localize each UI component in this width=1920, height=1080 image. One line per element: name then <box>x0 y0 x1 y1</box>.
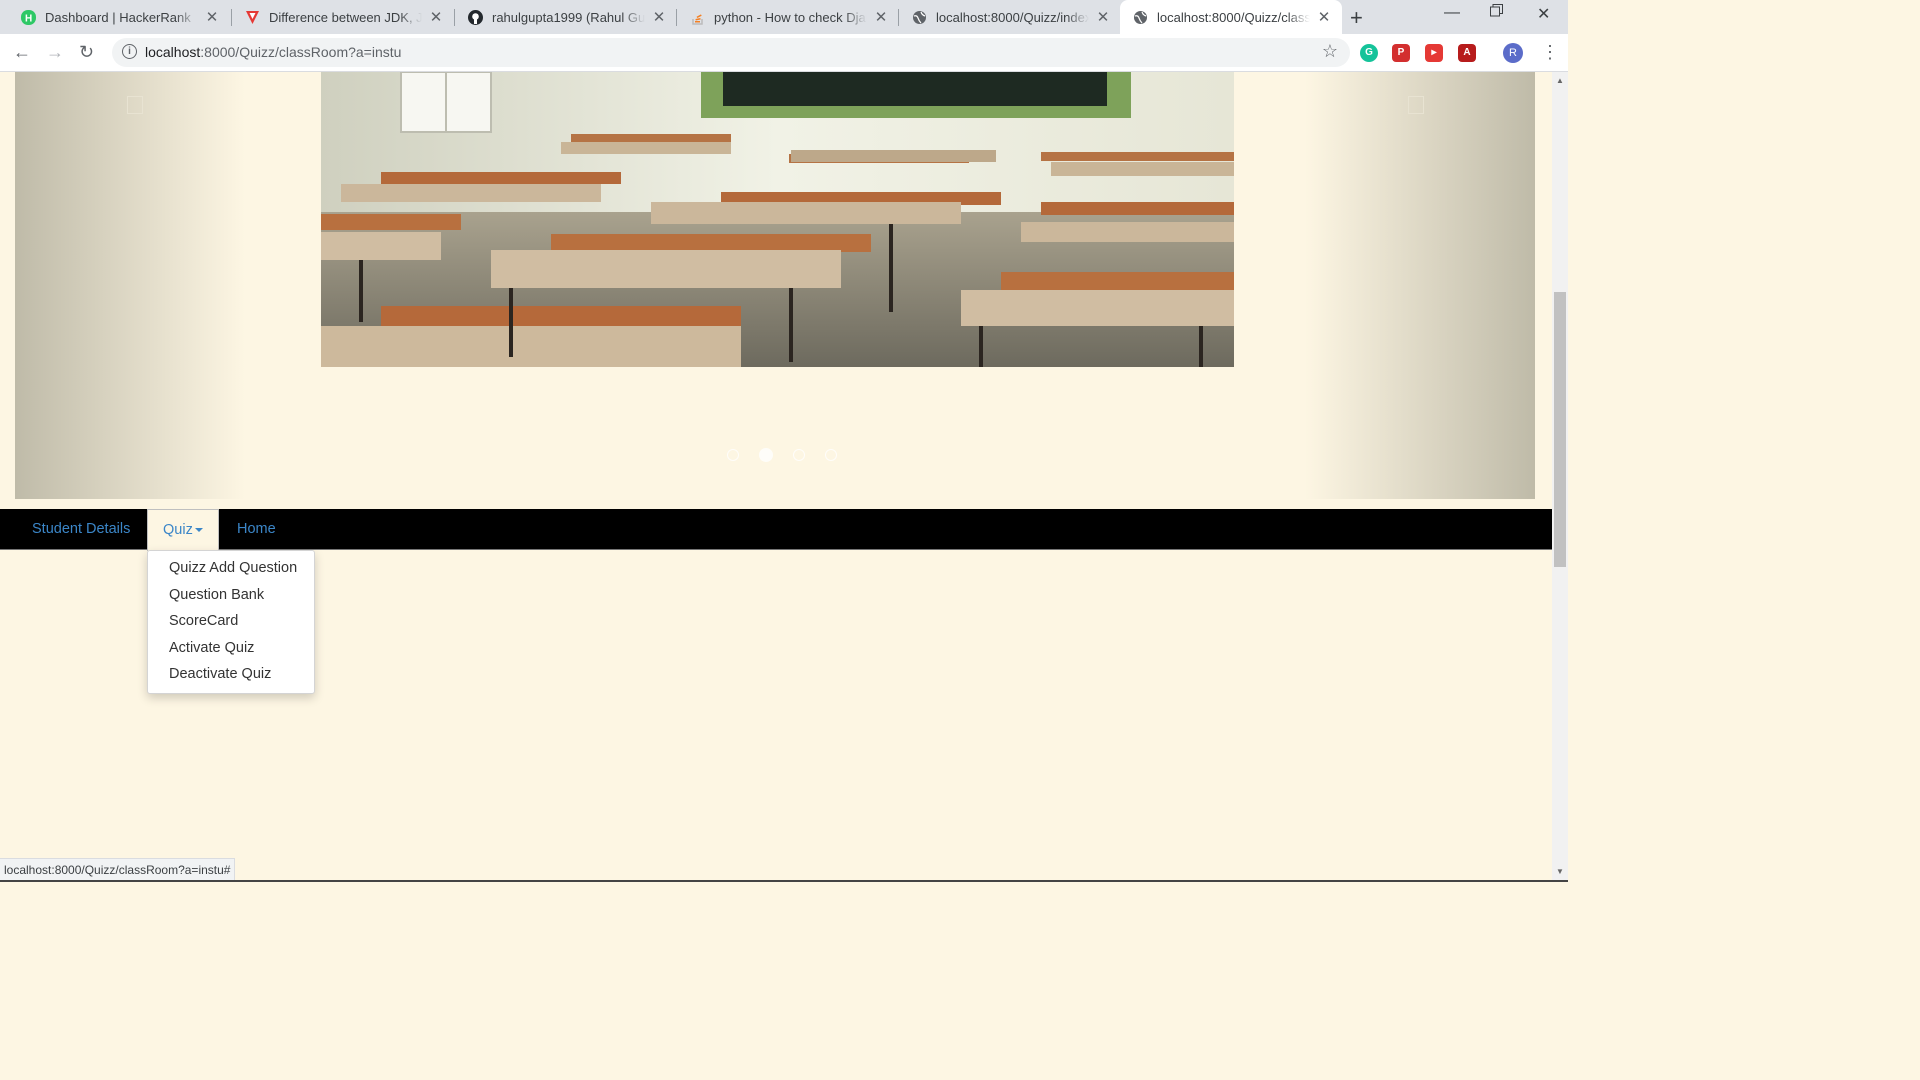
main-navbar: Student Details Quiz Home <box>0 509 1552 551</box>
scrollbar-thumb[interactable] <box>1554 292 1566 567</box>
window-close-icon[interactable]: ✕ <box>1537 4 1550 24</box>
grammarly-extension-icon[interactable]: G <box>1360 44 1378 62</box>
tab-title: python - How to check Django <box>714 9 867 25</box>
link-status-bar: localhost:8000/Quizz/classRoom?a=instu# <box>0 858 236 882</box>
profile-avatar[interactable]: R <box>1503 43 1523 63</box>
scroll-down-icon[interactable]: ▼ <box>1556 867 1564 876</box>
triangle-logo-icon <box>244 9 260 25</box>
carousel-indicators <box>727 448 837 462</box>
tab-title: rahulgupta1999 (Rahul Gupta) <box>492 9 645 25</box>
minimize-icon[interactable]: — <box>1444 4 1460 22</box>
quiz-dropdown-menu: Quizz Add Question Question Bank ScoreCa… <box>147 550 315 694</box>
close-icon[interactable]: ✕ <box>1316 8 1332 26</box>
caret-down-icon <box>194 528 203 533</box>
tab-quizz-index[interactable]: localhost:8000/Quizz/index ✕ <box>899 0 1121 34</box>
scroll-up-icon[interactable]: ▲ <box>1556 76 1564 85</box>
video-extension-icon[interactable]: ▸ <box>1425 44 1443 62</box>
address-host: localhost <box>145 44 201 60</box>
close-icon[interactable]: ✕ <box>204 8 220 26</box>
carousel-prev-shade[interactable] <box>15 72 245 499</box>
browser-menu-icon[interactable]: ⋮ <box>1541 42 1559 63</box>
image-carousel <box>15 72 1535 499</box>
tab-title: localhost:8000/Quizz/index <box>936 9 1089 25</box>
tab-title: Difference between JDK, JRE <box>269 9 422 25</box>
tab-hackerrank[interactable]: H Dashboard | HackerRank ✕ <box>8 0 230 34</box>
menu-item-activate-quiz[interactable]: Activate Quiz <box>169 640 254 656</box>
classroom-slide-image <box>321 72 1234 367</box>
new-tab-button[interactable]: + <box>1350 5 1363 31</box>
svg-text:H: H <box>25 13 32 24</box>
tab-title: localhost:8000/Quizz/classRoom <box>1157 9 1310 25</box>
carousel-indicator[interactable] <box>825 449 837 461</box>
carousel-indicator-active[interactable] <box>759 448 773 462</box>
address-url: localhost:8000/Quizz/classRoom?a=instu <box>145 44 401 60</box>
page-scrollbar[interactable]: ▲ ▼ <box>1552 72 1568 880</box>
window-bottom-border <box>0 880 1568 882</box>
pdf-extension-icon[interactable]: P <box>1392 44 1410 62</box>
tab-jdk-jre[interactable]: Difference between JDK, JRE ✕ <box>232 0 454 34</box>
carousel-next-shade[interactable] <box>1305 72 1535 499</box>
nav-student-details[interactable]: Student Details <box>32 509 130 550</box>
acrobat-extension-icon[interactable]: A <box>1458 44 1476 62</box>
nav-quiz-label: Quiz <box>163 522 193 538</box>
forward-icon[interactable]: → <box>46 42 64 63</box>
menu-item-deactivate-quiz[interactable]: Deactivate Quiz <box>169 666 271 682</box>
carousel-indicator[interactable] <box>793 449 805 461</box>
bookmark-star-icon[interactable]: ☆ <box>1322 41 1338 62</box>
carousel-indicator[interactable] <box>727 449 739 461</box>
close-icon[interactable]: ✕ <box>428 8 444 26</box>
tab-classroom-active[interactable]: localhost:8000/Quizz/classRoom ✕ <box>1120 0 1342 34</box>
tab-stackoverflow[interactable]: python - How to check Django ✕ <box>677 0 899 34</box>
globe-icon <box>1132 9 1148 25</box>
browser-tab-strip: H Dashboard | HackerRank ✕ Difference be… <box>0 0 1568 34</box>
tab-title: Dashboard | HackerRank <box>45 9 191 25</box>
close-icon[interactable]: ✕ <box>1095 8 1111 26</box>
back-icon[interactable]: ← <box>13 42 31 63</box>
site-info-icon[interactable]: i <box>122 44 137 59</box>
reload-icon[interactable]: ↻ <box>79 42 94 63</box>
hackerrank-icon: H <box>20 9 36 25</box>
page-content: Student Details Quiz Home Quizz Add Ques… <box>0 72 1552 880</box>
restore-icon[interactable] <box>1490 4 1503 22</box>
stackoverflow-icon <box>689 9 705 25</box>
carousel-next-icon[interactable] <box>1408 96 1424 114</box>
close-icon[interactable]: ✕ <box>873 8 889 26</box>
globe-icon <box>911 9 927 25</box>
tab-github[interactable]: rahulgupta1999 (Rahul Gupta) ✕ <box>455 0 677 34</box>
nav-quiz-dropdown[interactable]: Quiz <box>147 509 219 551</box>
nav-home[interactable]: Home <box>237 509 276 550</box>
github-icon <box>467 9 483 25</box>
menu-item-quizz-add-question[interactable]: Quizz Add Question <box>169 560 297 576</box>
browser-toolbar: ← → ↻ i localhost:8000/Quizz/classRoom?a… <box>0 34 1568 72</box>
address-path: :8000/Quizz/classRoom?a=instu <box>200 44 402 60</box>
carousel-prev-icon[interactable] <box>127 96 143 114</box>
menu-item-scorecard[interactable]: ScoreCard <box>169 613 238 629</box>
address-bar[interactable]: i localhost:8000/Quizz/classRoom?a=instu… <box>112 38 1350 67</box>
close-icon[interactable]: ✕ <box>651 8 667 26</box>
menu-item-question-bank[interactable]: Question Bank <box>169 587 264 603</box>
